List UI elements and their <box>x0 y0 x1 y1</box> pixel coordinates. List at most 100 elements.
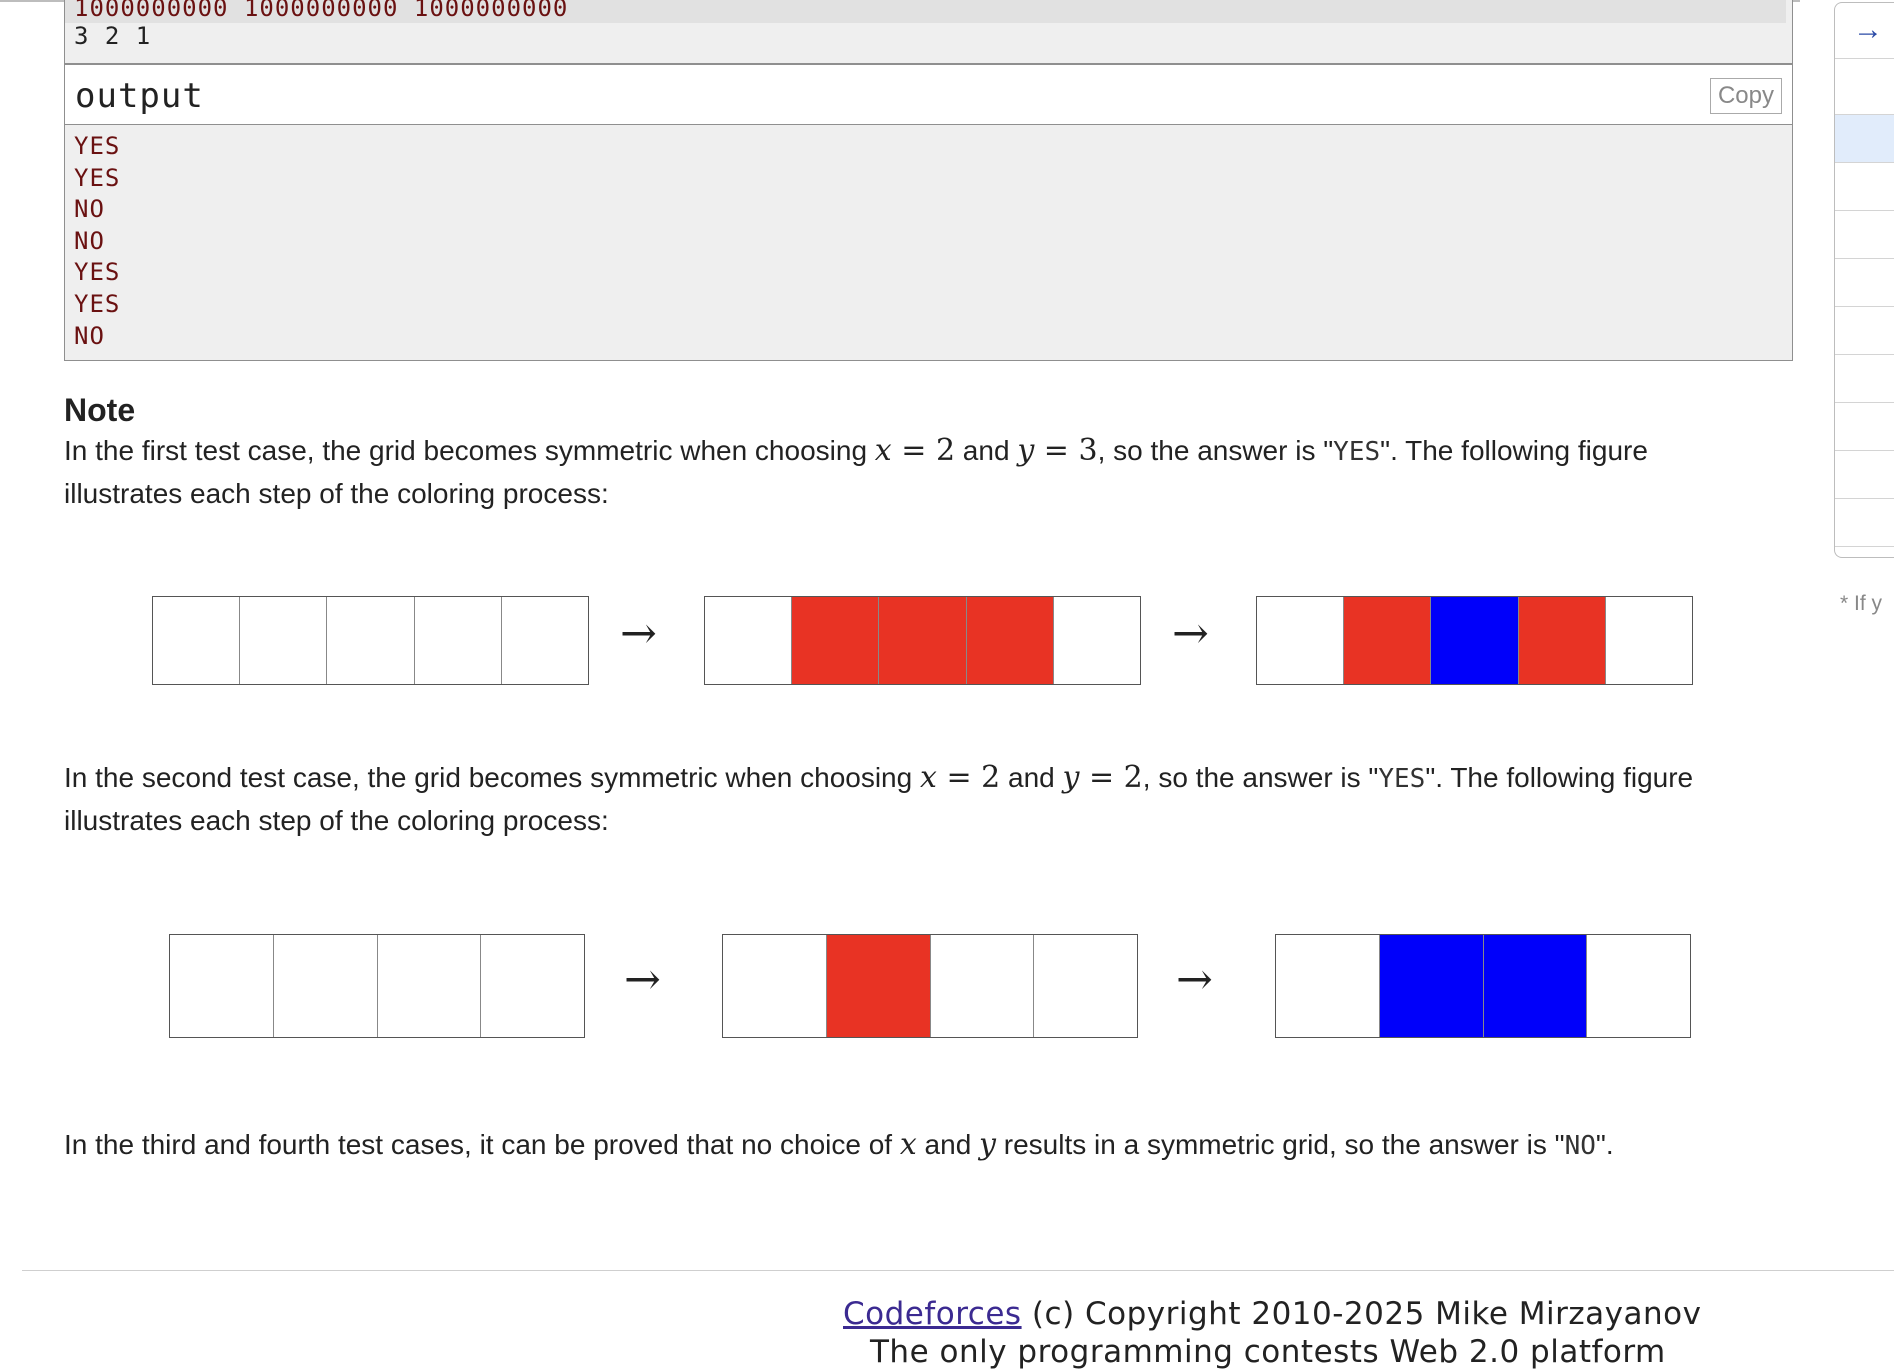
grid-cell-white <box>723 935 827 1037</box>
arrow-icon: → <box>624 954 661 1005</box>
output-lines: YES YES NO NO YES YES NO <box>74 131 120 352</box>
footer-divider <box>22 1270 1894 1271</box>
note-paragraph-1: In the first test case, the grid becomes… <box>64 430 1764 514</box>
sidebar-row[interactable] <box>1835 259 1894 307</box>
grid-cell-blue <box>1483 935 1588 1037</box>
math-eq: = <box>1079 760 1124 795</box>
grid-cell-white <box>930 935 1035 1037</box>
grid-cell-white <box>481 935 584 1037</box>
sidebar-row[interactable] <box>1835 211 1894 259</box>
grid-cell-red <box>1518 597 1606 684</box>
grid-cell-red <box>966 597 1054 684</box>
arrow-right-icon: → <box>1853 13 1883 46</box>
output-line: NO <box>74 195 105 224</box>
math-var-x: x <box>874 433 892 468</box>
arrow-icon: → <box>1172 608 1209 659</box>
para-text: , so the answer is " <box>1142 762 1379 793</box>
sidebar-row[interactable] <box>1835 59 1894 115</box>
grid-cell-red <box>879 597 967 684</box>
footer-tagline: The only programming contests Web 2.0 pl… <box>870 1334 1666 1370</box>
grid-cell-white <box>1257 597 1345 684</box>
note-title: Note <box>64 392 136 428</box>
grid-cell-white <box>273 935 378 1037</box>
output-line: YES <box>74 258 121 287</box>
sample-output-box: output Copy YES YES NO NO YES YES NO <box>64 64 1793 361</box>
copyright-text: (c) Copyright 2010-2025 Mike Mirzayanov <box>1021 1296 1702 1332</box>
math-eq: = <box>891 433 936 468</box>
para-text: and <box>955 435 1018 466</box>
grid-step-1 <box>152 596 589 685</box>
sidebar-row[interactable] <box>1835 355 1894 403</box>
input-line: 3 2 1 <box>74 22 152 50</box>
grid-cell-white <box>240 597 328 684</box>
output-line: NO <box>74 321 105 350</box>
inline-code: YES <box>1378 764 1426 794</box>
note-paragraph-2: In the second test case, the grid become… <box>64 757 1764 841</box>
grid-step-3 <box>1256 596 1693 685</box>
grid-cell-white <box>153 597 241 684</box>
grid-cell-white <box>1276 935 1380 1037</box>
output-title: output <box>75 76 204 116</box>
note-paragraph-3: In the third and fourth test cases, it c… <box>64 1124 1764 1167</box>
math-eq: = <box>1034 433 1079 468</box>
math-var-y: y <box>979 1127 996 1162</box>
grid-cell-white <box>705 597 793 684</box>
right-sidebar-panel: → <box>1834 2 1894 558</box>
para-text: and <box>916 1129 980 1160</box>
math-var-y: y <box>1062 760 1080 795</box>
grid-cell-white <box>327 597 415 684</box>
grid-step-2 <box>722 934 1138 1038</box>
para-text: In the second test case, the grid become… <box>64 762 920 793</box>
sidebar-row[interactable] <box>1835 451 1894 499</box>
footer-copyright: Codeforces (c) Copyright 2010-2025 Mike … <box>843 1296 1701 1332</box>
output-line: YES <box>74 289 121 318</box>
arrow-icon: → <box>620 608 657 659</box>
para-text: ". <box>1595 1129 1614 1160</box>
math-var-y: y <box>1017 433 1035 468</box>
grid-step-2 <box>704 596 1141 685</box>
sidebar-row[interactable] <box>1835 163 1894 211</box>
grid-cell-red <box>826 935 931 1037</box>
grid-cell-blue <box>1379 935 1484 1037</box>
sample-input-box: 1000000000 1000000000 1000000000 3 2 1 <box>64 0 1793 64</box>
math-value: 2 <box>1123 760 1143 795</box>
output-line: YES <box>74 163 121 192</box>
math-eq: = <box>936 760 982 795</box>
inline-code: NO <box>1564 1131 1596 1161</box>
copy-button[interactable]: Copy <box>1709 78 1782 114</box>
sidebar-row-active[interactable] <box>1835 115 1894 163</box>
grid-cell-white <box>1053 597 1141 684</box>
math-value: 2 <box>981 760 1001 795</box>
sidebar-row[interactable] <box>1835 403 1894 451</box>
inline-code: YES <box>1333 437 1381 467</box>
grid-cell-white <box>1034 935 1137 1037</box>
math-value: 3 <box>1078 433 1098 468</box>
arrow-icon: → <box>1176 954 1213 1005</box>
grid-cell-white <box>170 935 274 1037</box>
grid-cell-white <box>1587 935 1690 1037</box>
sidebar-row[interactable] <box>1835 307 1894 355</box>
para-text: , so the answer is " <box>1097 435 1334 466</box>
codeforces-link[interactable]: Codeforces <box>843 1296 1022 1332</box>
grid-cell-red <box>792 597 880 684</box>
para-text: In the first test case, the grid becomes… <box>64 435 875 466</box>
grid-cell-blue <box>1431 597 1519 684</box>
output-line: NO <box>74 226 105 255</box>
grid-cell-white <box>414 597 502 684</box>
math-var-x: x <box>899 1127 917 1162</box>
output-line: YES <box>74 132 121 160</box>
grid-step-1 <box>169 934 585 1038</box>
para-text: results in a symmetric grid, so the answ… <box>996 1129 1565 1160</box>
para-text: In the third and fourth test cases, it c… <box>64 1129 900 1160</box>
grid-cell-red <box>1344 597 1432 684</box>
math-var-x: x <box>919 760 937 795</box>
para-text: and <box>1000 762 1063 793</box>
sidebar-row[interactable]: → <box>1835 3 1894 59</box>
output-header: output Copy <box>65 65 1792 125</box>
sidebar-row[interactable] <box>1835 499 1894 547</box>
sidebar-footnote: * If y <box>1840 592 1883 615</box>
math-value: 2 <box>935 433 956 468</box>
grid-cell-white <box>501 597 589 684</box>
input-line: 1000000000 1000000000 1000000000 <box>65 0 1786 23</box>
grid-step-3 <box>1275 934 1691 1038</box>
